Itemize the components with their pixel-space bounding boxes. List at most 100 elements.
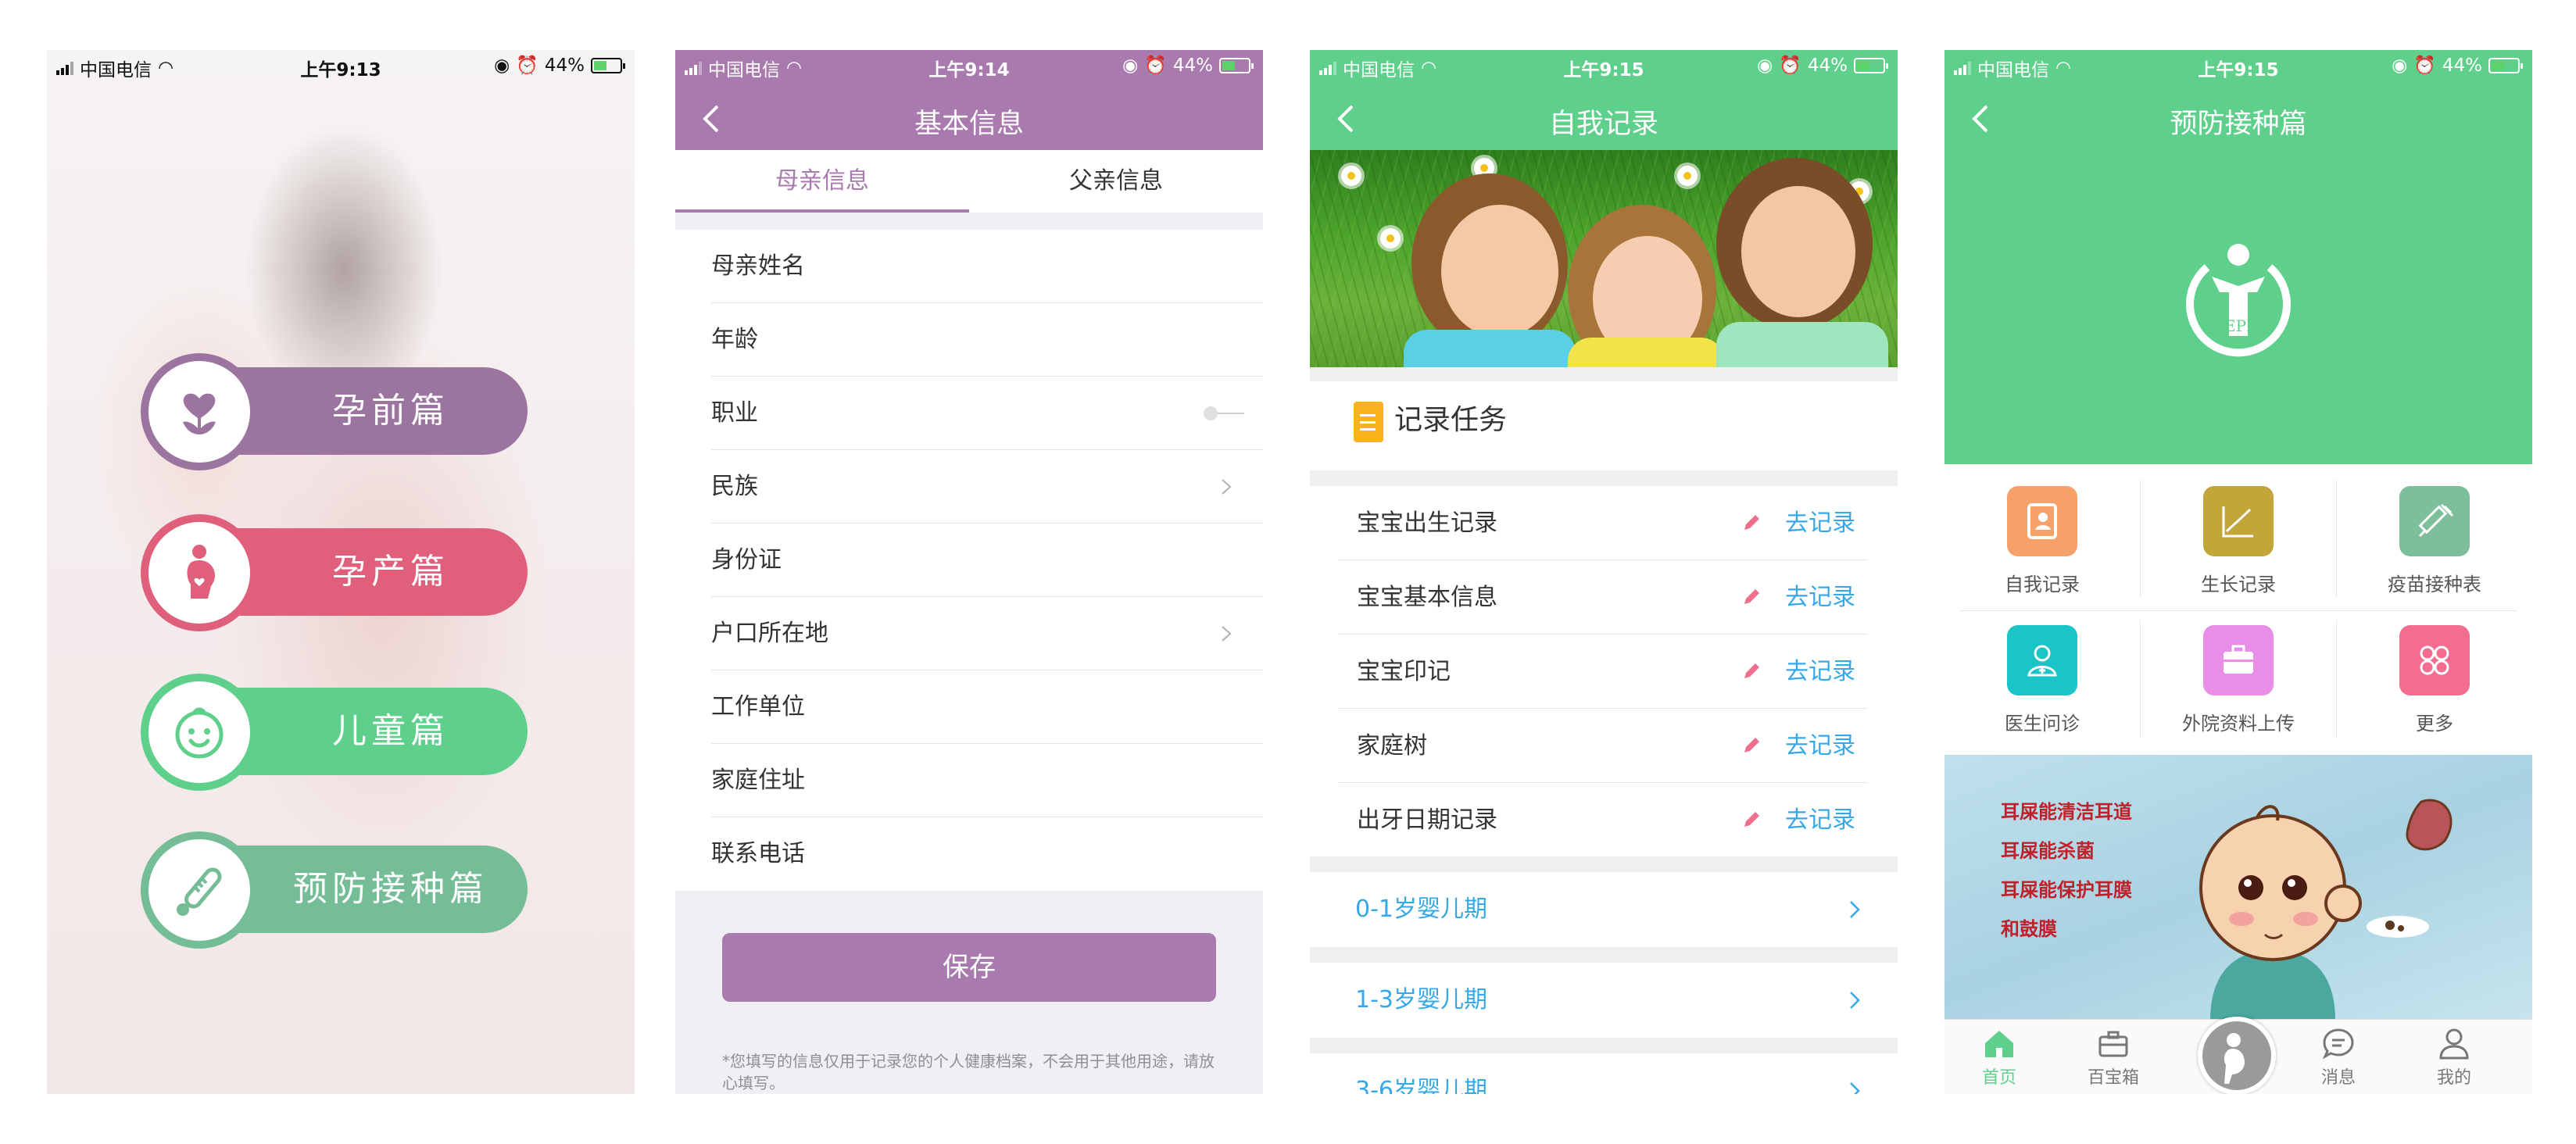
grid-label: 医生问诊 [2005, 713, 2080, 735]
task-label: 家庭树 [1357, 732, 1427, 760]
task-label: 宝宝印记 [1357, 658, 1451, 685]
menu-children-button[interactable]: 儿童篇 [141, 674, 531, 791]
battery-icon [1219, 57, 1254, 73]
record-tasks-header: 记录任务 [1310, 367, 1898, 453]
menu-pre-pregnancy-button[interactable]: 孕前篇 [141, 353, 531, 470]
tab-father-info[interactable]: 父亲信息 [969, 150, 1263, 213]
self-record-screen: 中国电信 ◠ 上午9:15 ◉ ⏰ 44% 自我记录 记录任务 宝宝出生记录 去记录 宝… [1310, 50, 1898, 1094]
grid-label: 更多 [2416, 713, 2453, 735]
menu-vaccination-button[interactable]: 预防接种篇 [141, 831, 531, 949]
menu-label: 预防接种篇 [293, 869, 488, 909]
feature-grid: 自我记录 生长记录 疫苗接种表 医生问诊 外院资料上传 更多 [1945, 472, 2532, 750]
logo-text: EPI [2224, 316, 2252, 335]
field-workplace[interactable]: 工作单位 [711, 670, 1263, 744]
age-group-row[interactable]: 0-1岁婴儿期 [1310, 872, 1898, 947]
task-label: 宝宝基本信息 [1357, 584, 1497, 611]
tab-treasure-box[interactable]: 百宝箱 [2066, 1026, 2160, 1089]
grid-growth-record[interactable]: 生长记录 [2141, 472, 2336, 611]
grid-vaccine-schedule[interactable]: 疫苗接种表 [2337, 472, 2532, 611]
go-record-link[interactable]: 去记录 [1785, 783, 1855, 857]
nav-bar: 预防接种篇 [1945, 84, 2532, 153]
go-record-link[interactable]: 去记录 [1785, 709, 1855, 783]
age-group-label: 3-6岁婴儿期 [1355, 1077, 1487, 1094]
task-row[interactable]: 出牙日期记录 去记录 [1338, 783, 1868, 857]
field-label: 家庭住址 [711, 767, 805, 794]
battery-percent: 44% [2442, 55, 2482, 76]
contact-book-icon [2027, 503, 2057, 539]
occupation-toggle[interactable] [1204, 406, 1244, 420]
page-title: 自我记录 [1548, 109, 1658, 140]
grid-doctor-consult[interactable]: 医生问诊 [1945, 611, 2140, 750]
field-phone[interactable]: 联系电话 [711, 817, 1263, 891]
syringe-icon [2418, 503, 2454, 538]
field-home-address[interactable]: 家庭住址 [711, 744, 1263, 817]
basic-info-screen: 中国电信 ◠ 上午9:14 ◉ ⏰ 44% 基本信息 母亲信息 父亲信息 母亲姓名 年… [675, 50, 1263, 1094]
battery-icon [2488, 57, 2523, 73]
pregnant-woman-icon [187, 545, 215, 599]
chevron-right-icon [1850, 1082, 1860, 1094]
grid-more[interactable]: 更多 [2337, 611, 2532, 750]
center-action-button[interactable] [2198, 1017, 2276, 1094]
age-group-row[interactable]: 1-3岁婴儿期 [1310, 963, 1898, 1038]
tab-label: 首页 [1981, 1068, 2016, 1088]
doctor-icon [2027, 645, 2057, 677]
page-title: 预防接种篇 [2170, 109, 2307, 140]
tab-label: 百宝箱 [2087, 1068, 2139, 1088]
baby-face-icon [175, 707, 224, 759]
battery-percent: 44% [544, 55, 585, 76]
cartoon-baby-illustration [2199, 799, 2453, 1021]
chat-bubble-icon [2322, 1028, 2354, 1060]
task-list: 宝宝出生记录 去记录 宝宝基本信息 去记录 宝宝印记 去记录 家庭树 去记录 出牙日期记… [1310, 470, 1898, 857]
go-record-link[interactable]: 去记录 [1785, 635, 1855, 709]
tab-mother-info[interactable]: 母亲信息 [675, 150, 969, 213]
tab-label: 消息 [2320, 1068, 2356, 1088]
nav-bar: 基本信息 [675, 84, 1263, 153]
battery-icon [1854, 57, 1888, 73]
field-age[interactable]: 年龄 [711, 303, 1263, 377]
go-record-link[interactable]: 去记录 [1785, 560, 1855, 635]
chevron-right-icon [1222, 479, 1232, 495]
banner-line: 和鼓膜 [2001, 918, 2057, 940]
tab-profile[interactable]: 我的 [2407, 1026, 2501, 1089]
tab-label: 我的 [2436, 1068, 2471, 1088]
alarm-icon: ⏰ [2413, 55, 2436, 76]
chevron-right-icon [1850, 992, 1860, 1009]
ear-wax-banner[interactable]: 耳屎能清洁耳道 耳屎能杀菌 耳屎能保护耳膜 和鼓膜 [1945, 755, 2532, 1021]
age-group-list: 0-1岁婴儿期 1-3岁婴儿期 3-6岁婴儿期 [1310, 856, 1898, 1094]
nav-bar: 自我记录 [1310, 84, 1898, 153]
field-ethnicity[interactable]: 民族 [711, 450, 1263, 524]
briefcase-upload-icon [2224, 645, 2253, 674]
tab-home[interactable]: 首页 [1952, 1026, 2046, 1089]
more-grid-icon [2420, 645, 2449, 675]
lock-rotation-icon: ◉ [1757, 55, 1773, 76]
banner-line: 耳屎能清洁耳道 [2001, 801, 2132, 823]
chevron-right-icon [1850, 901, 1860, 918]
age-group-row[interactable]: 3-6岁婴儿期 [1310, 1053, 1898, 1094]
task-row[interactable]: 宝宝基本信息 去记录 [1338, 560, 1868, 635]
grid-self-record[interactable]: 自我记录 [1945, 472, 2140, 611]
alarm-icon: ⏰ [1779, 55, 1801, 76]
grid-external-upload[interactable]: 外院资料上传 [2141, 611, 2336, 750]
pregnant-silhouette-icon [2224, 1033, 2245, 1084]
go-record-link[interactable]: 去记录 [1785, 486, 1855, 560]
menu-label: 儿童篇 [332, 711, 449, 751]
battery-percent: 44% [1807, 55, 1848, 76]
task-label: 宝宝出生记录 [1357, 509, 1497, 537]
field-occupation[interactable]: 职业 [711, 377, 1263, 450]
task-row[interactable]: 宝宝印记 去记录 [1338, 635, 1868, 709]
field-mother-name[interactable]: 母亲姓名 [711, 230, 1263, 303]
pencil-icon [1744, 812, 1759, 827]
field-household-registration[interactable]: 户口所在地 [711, 597, 1263, 670]
field-label: 联系电话 [711, 840, 805, 867]
grid-label: 生长记录 [2201, 574, 2276, 595]
menu-pregnancy-button[interactable]: 孕产篇 [141, 514, 531, 631]
task-row[interactable]: 宝宝出生记录 去记录 [1338, 486, 1868, 560]
lock-rotation-icon: ◉ [1122, 55, 1139, 76]
tab-messages[interactable]: 消息 [2292, 1026, 2385, 1089]
field-label: 母亲姓名 [711, 252, 805, 280]
field-id-card[interactable]: 身份证 [711, 524, 1263, 597]
growth-chart-icon [2222, 506, 2253, 538]
banner-line: 耳屎能保护耳膜 [2001, 879, 2132, 901]
save-button[interactable]: 保存 [722, 933, 1216, 1002]
task-row[interactable]: 家庭树 去记录 [1338, 709, 1868, 783]
